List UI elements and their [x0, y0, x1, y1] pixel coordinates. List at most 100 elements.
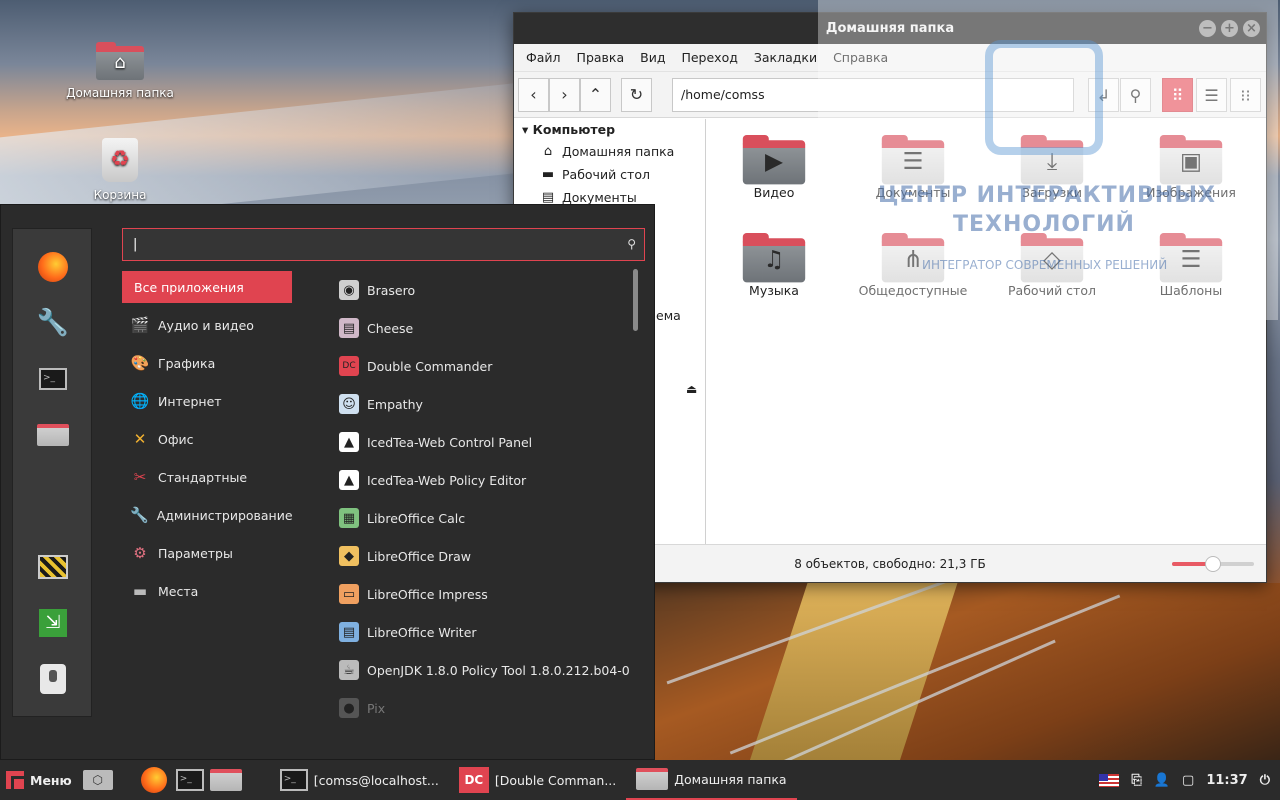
terminal-icon: >_	[279, 769, 308, 791]
zoom-handle[interactable]	[1205, 556, 1221, 572]
logout-icon[interactable]: ⇲	[33, 603, 73, 643]
menu-go[interactable]: Переход	[673, 50, 745, 65]
app-icon: ▤	[339, 622, 359, 642]
desktop-icon-trash[interactable]: ♻ Корзина	[65, 138, 175, 202]
taskbar-window-terminal[interactable]: >_ [comss@localhost...	[270, 760, 449, 800]
clipboard-icon[interactable]: ⎘	[1131, 773, 1141, 788]
category-administration[interactable]: 🔧 Администрирование	[122, 496, 293, 534]
category-office[interactable]: ✕ Офис	[122, 420, 292, 458]
app-item[interactable]: ● Pix	[339, 689, 629, 727]
category-audio-video[interactable]: 🎬 Аудио и видео	[122, 306, 292, 344]
app-item[interactable]: ☺ Empathy	[339, 385, 629, 423]
app-icon: ◉	[339, 280, 359, 300]
power-icon[interactable]	[33, 659, 73, 699]
app-label: IcedTea-Web Policy Editor	[367, 472, 527, 488]
app-label: Brasero	[367, 282, 416, 298]
app-icon: ▭	[339, 584, 359, 604]
power-icon[interactable]: ⏻	[1260, 773, 1270, 788]
forward-button[interactable]: ›	[549, 77, 580, 112]
app-label: IcedTea-Web Control Panel	[367, 434, 533, 450]
app-label: LibreOffice Writer	[367, 624, 477, 640]
app-item[interactable]: ☕ OpenJDK 1.8.0 Policy Tool 1.8.0.212.b04…	[339, 651, 629, 689]
up-button[interactable]: ⌃	[580, 77, 611, 112]
app-icon: ◆	[339, 546, 359, 566]
taskbar-window-double-commander[interactable]: DC [Double Comman...	[449, 760, 626, 800]
search-icon: ⚲	[627, 237, 636, 251]
gear-icon: ⚙	[133, 544, 147, 562]
app-label: Empathy	[367, 396, 423, 412]
menu-file[interactable]: Файл	[518, 50, 569, 65]
app-icon: ☕	[339, 660, 359, 680]
app-item[interactable]: ▦ LibreOffice Calc	[339, 499, 629, 537]
double-commander-icon: DC	[458, 767, 489, 793]
menu-button[interactable]: Меню	[0, 760, 80, 800]
category-graphics[interactable]: 🎨 Графика	[122, 344, 292, 382]
reload-button[interactable]: ↻	[621, 77, 652, 112]
app-icon: ▲	[339, 432, 359, 452]
app-label: Pix	[367, 700, 386, 716]
app-icon: ●	[339, 698, 359, 718]
status-text: 8 объектов, свободно: 21,3 ГБ	[794, 557, 986, 571]
terminal-icon[interactable]: >_	[33, 359, 73, 399]
home-icon: ⌂	[543, 144, 553, 159]
app-list-scrollbar[interactable]	[633, 269, 638, 331]
sidebar-item-home[interactable]: ⌂ Домашняя папка	[514, 140, 705, 163]
menu-edit[interactable]: Правка	[569, 50, 633, 65]
files-launcher-icon[interactable]	[208, 760, 244, 800]
category-all[interactable]: Все приложения	[122, 271, 292, 303]
lock-screen-icon[interactable]	[33, 547, 73, 587]
menu-bookmarks[interactable]: Закладки	[746, 50, 825, 65]
show-desktop-icon[interactable]: ⬡	[80, 760, 116, 800]
category-preferences[interactable]: ⚙ Параметры	[122, 534, 292, 572]
sidebar-item-filesystem-partial[interactable]: ема	[656, 308, 681, 323]
places-folder-icon: ▬	[132, 582, 148, 600]
app-item[interactable]: ▲ IcedTea-Web Control Panel	[339, 423, 629, 461]
clock[interactable]: 11:37	[1206, 773, 1247, 788]
application-list: ◉ Brasero ▤ Cheese DC Double Commander ☺ Empath…	[339, 271, 629, 727]
firefox-icon[interactable]	[33, 247, 73, 287]
desktop-icon-home[interactable]: ⌂ Домашняя папка	[65, 42, 175, 100]
chevron-right-icon: ›	[561, 85, 568, 104]
app-item[interactable]: ▲ IcedTea-Web Policy Editor	[339, 461, 629, 499]
menu-view[interactable]: Вид	[632, 50, 673, 65]
video-folder-icon: ▶	[742, 135, 806, 185]
app-item[interactable]: ▤ LibreOffice Writer	[339, 613, 629, 651]
terminal-launcher-icon[interactable]: >_	[172, 760, 208, 800]
trash-icon: ♻	[102, 138, 138, 182]
settings-tools-icon[interactable]: 🔧	[33, 303, 73, 343]
taskbar-window-home-folder[interactable]: Домашняя папка	[626, 760, 797, 800]
app-item[interactable]: ▭ LibreOffice Impress	[339, 575, 629, 613]
watermark-line-1: ЦЕНТР ИНТЕРАКТИВНЫХ	[878, 183, 1216, 208]
eject-icon[interactable]: ⏏	[686, 382, 697, 396]
files-folder-icon[interactable]	[33, 415, 73, 455]
zoom-slider[interactable]	[1172, 556, 1254, 572]
watermark-line-3: ИНТЕГРАТОР СОВРЕМЕННЫХ РЕШЕНИЙ	[922, 258, 1168, 272]
app-icon: ▦	[339, 508, 359, 528]
firefox-launcher-icon[interactable]	[136, 760, 172, 800]
app-item[interactable]: ◆ LibreOffice Draw	[339, 537, 629, 575]
back-button[interactable]: ‹	[518, 77, 549, 112]
sidebar-item-desktop[interactable]: ▬ Рабочий стол	[514, 163, 705, 186]
app-icon: DC	[339, 356, 359, 376]
multimedia-icon: 🎬	[130, 316, 150, 334]
workspace-icon[interactable]: ▢	[1182, 773, 1194, 788]
document-icon: ▤	[541, 190, 555, 205]
chevron-left-icon: ‹	[530, 85, 537, 104]
sidebar-section-computer[interactable]: ▾ Компьютер	[514, 119, 705, 140]
app-item[interactable]: ◉ Brasero	[339, 271, 629, 309]
app-item[interactable]: ▤ Cheese	[339, 309, 629, 347]
category-places[interactable]: ▬ Места	[122, 572, 292, 610]
user-icon[interactable]: 👤	[1154, 773, 1170, 788]
system-tray: ⎘ 👤 ▢ 11:37 ⏻	[1099, 773, 1280, 788]
app-icon: ☺	[339, 394, 359, 414]
app-label: OpenJDK 1.8.0 Policy Tool 1.8.0.212.b04-…	[367, 662, 629, 678]
category-accessories[interactable]: ✂ Стандартные	[122, 458, 292, 496]
music-folder-icon: ♫	[742, 233, 806, 283]
desktop-icon-label: Корзина	[93, 188, 147, 202]
folder-icon	[636, 768, 669, 790]
app-item[interactable]: DC Double Commander	[339, 347, 629, 385]
keyboard-layout-flag-icon[interactable]	[1099, 773, 1120, 787]
app-search-input[interactable]: | ⚲	[122, 228, 645, 261]
category-internet[interactable]: 🌐 Интернет	[122, 382, 292, 420]
app-label: LibreOffice Impress	[367, 586, 488, 602]
